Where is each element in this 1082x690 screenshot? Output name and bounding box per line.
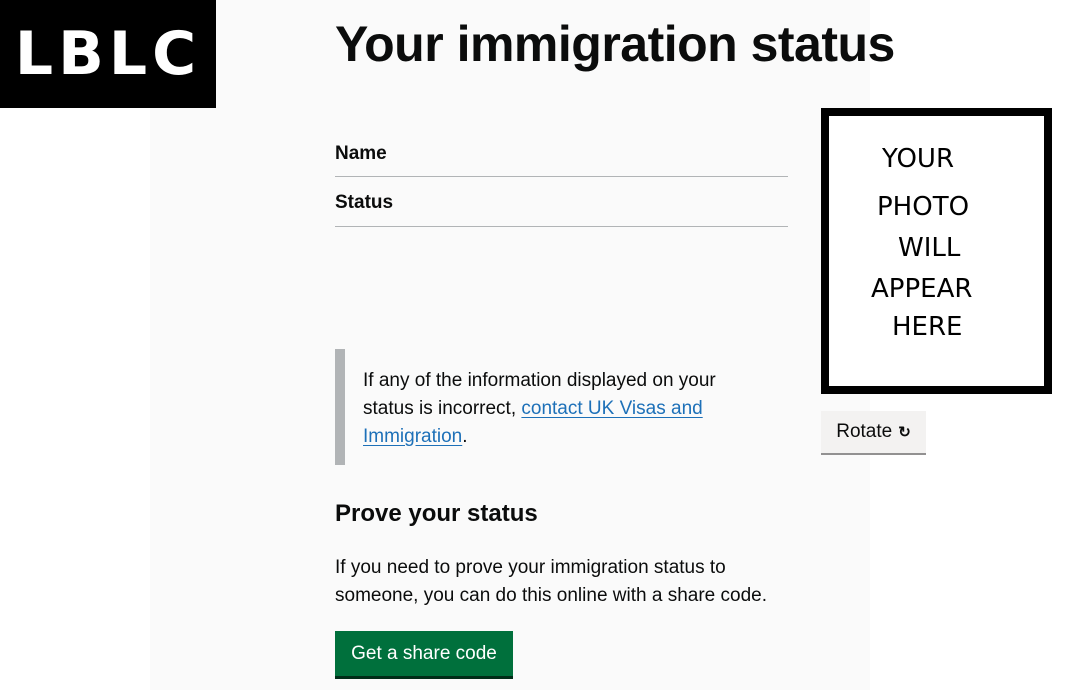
page-title: Your immigration status <box>335 16 895 72</box>
summary-key-status: Status <box>335 191 394 213</box>
photo-placeholder-line: WILL <box>898 233 961 263</box>
photo-placeholder-line: HERE <box>892 312 963 342</box>
lblc-logo: LBLC <box>0 0 216 108</box>
rotate-label: Rotate <box>836 421 893 442</box>
photo-placeholder: YOUR PHOTO WILL APPEAR HERE <box>821 108 1052 394</box>
prove-status-body: If you need to prove your immigration st… <box>335 557 767 606</box>
photo-placeholder-line: YOUR <box>882 144 955 174</box>
rotate-button[interactable]: Rotate ↻ <box>821 411 926 453</box>
inset-text: If any of the information displayed on y… <box>335 349 755 465</box>
logo-text: LBLC <box>14 19 202 89</box>
prove-status-heading: Prove your status <box>335 500 538 527</box>
summary-row-name: Name <box>335 130 788 177</box>
get-share-code-button[interactable]: Get a share code <box>335 631 513 676</box>
summary-list: Name Status <box>335 130 788 227</box>
photo-placeholder-line: APPEAR <box>871 274 973 304</box>
summary-row-status: Status <box>335 177 788 227</box>
rotate-icon: ↻ <box>898 424 911 441</box>
photo-placeholder-line: PHOTO <box>877 192 970 222</box>
summary-key-name: Name <box>335 143 387 164</box>
inset-text-after: . <box>462 426 468 447</box>
